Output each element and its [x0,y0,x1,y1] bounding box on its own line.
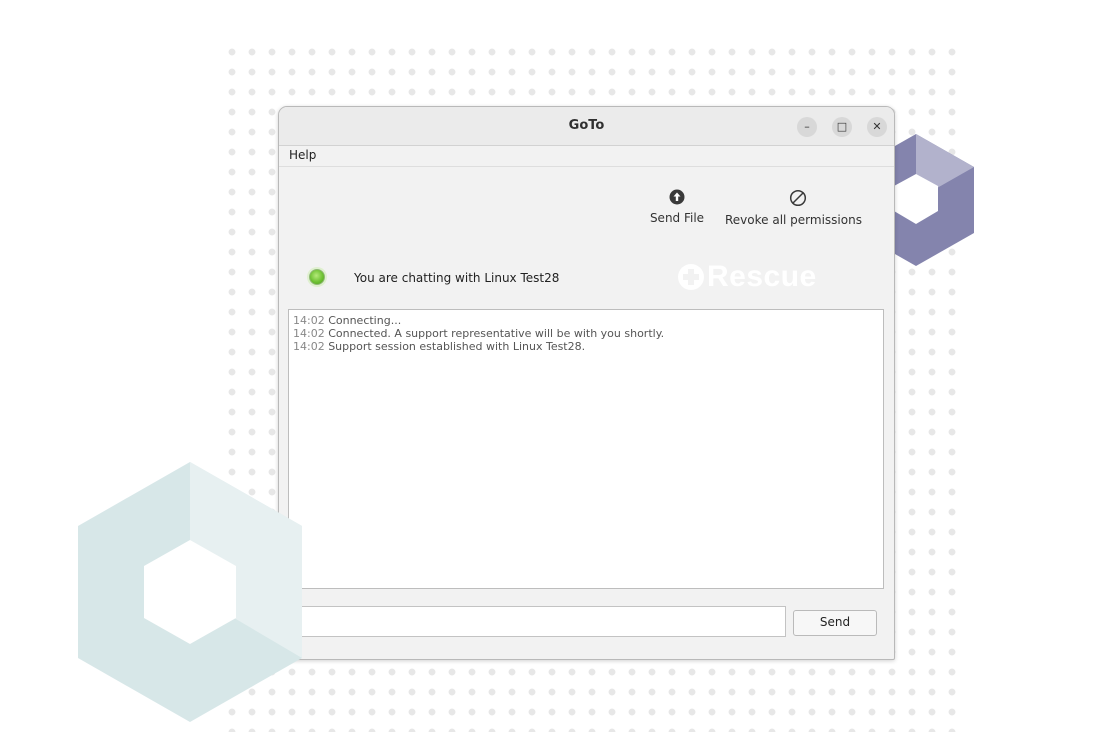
revoke-permissions-button[interactable]: Revoke all permissions [725,189,875,227]
teal-hexagon-decoration [78,462,302,722]
revoke-label: Revoke all permissions [725,213,862,227]
maximize-button[interactable]: □ [832,117,852,137]
menu-help[interactable]: Help [289,148,316,162]
title-bar[interactable]: GoTo – □ ✕ [279,107,894,146]
chat-log[interactable]: 14:02 Connecting... 14:02 Connected. A s… [288,309,884,589]
minimize-button[interactable]: – [797,117,817,137]
status-indicator [309,269,325,285]
menu-bar: Help [279,146,894,167]
goto-rescue-window: GoTo – □ ✕ Help Send File Revoke all per… [278,106,895,660]
rescue-logo: Rescue [677,260,817,294]
upload-icon [669,189,685,205]
rescue-plus-icon [678,264,704,290]
chat-status-text: You are chatting with Linux Test28 [354,271,560,285]
chat-line: 14:02 Connected. A support representativ… [293,327,665,340]
message-input[interactable] [288,606,786,637]
send-file-label: Send File [649,211,705,225]
close-button[interactable]: ✕ [867,117,887,137]
chat-line: 14:02 Support session established with L… [293,340,586,353]
chat-line: 14:02 Connecting... [293,314,402,327]
prohibited-icon [789,189,807,207]
send-file-button[interactable]: Send File [647,189,707,225]
rescue-logo-text: Rescue [707,260,817,293]
send-button[interactable]: Send [793,610,877,636]
